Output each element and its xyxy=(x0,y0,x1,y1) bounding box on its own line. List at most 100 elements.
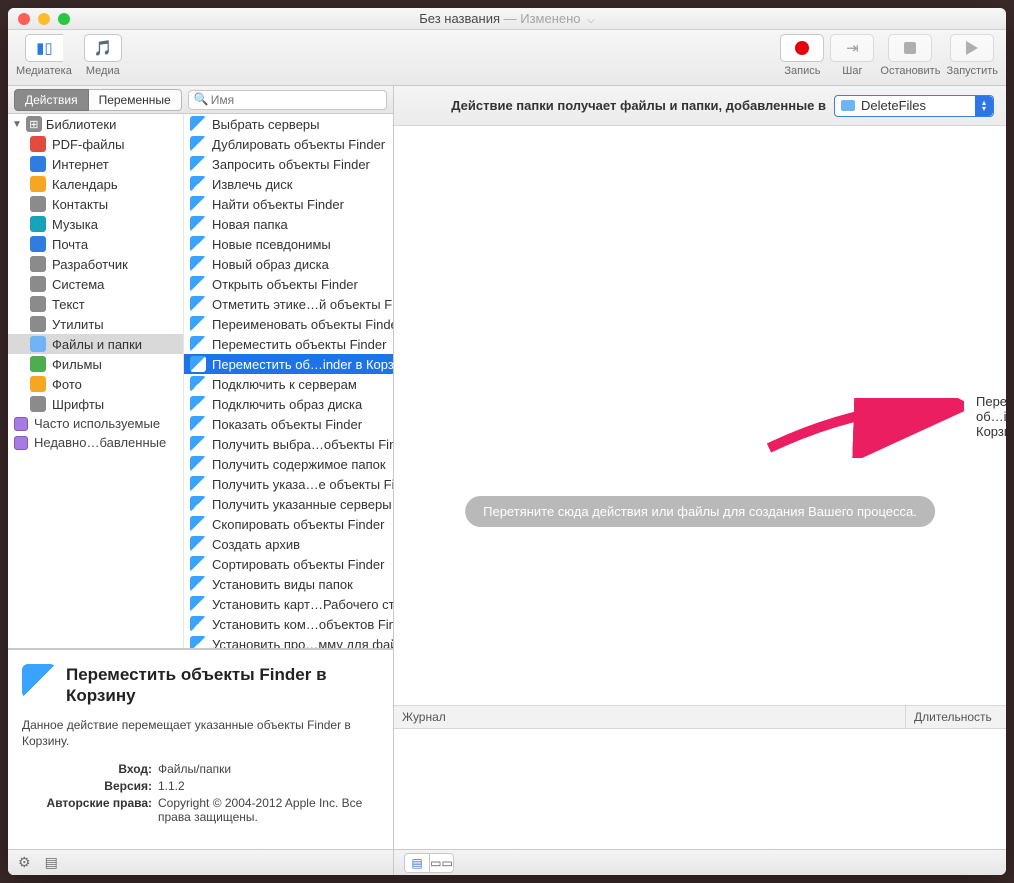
library-item-label: Музыка xyxy=(52,217,98,232)
workflow-canvas[interactable]: Переместить об…inder в Корзину Перетянит… xyxy=(394,126,1006,705)
view-flow-icon[interactable]: ▭▭ xyxy=(429,854,453,872)
action-list[interactable]: Выбрать серверы Дублировать объекты Finde… xyxy=(184,114,393,648)
show-library-button[interactable]: ▮▯ xyxy=(25,34,63,62)
finder-icon xyxy=(190,216,206,232)
library-item[interactable]: Интернет xyxy=(8,154,183,174)
stop-button[interactable] xyxy=(888,34,932,62)
step-group: Шаг xyxy=(830,34,874,77)
action-row[interactable]: Отметить этике…й объекты Finder xyxy=(184,294,393,314)
folder-select[interactable]: DeleteFiles ▴▾ xyxy=(834,95,994,117)
action-row[interactable]: Новая папка xyxy=(184,214,393,234)
action-row[interactable]: Извлечь диск xyxy=(184,174,393,194)
library-item[interactable]: Фильмы xyxy=(8,354,183,374)
smart-folder[interactable]: Часто используемые xyxy=(8,414,183,433)
finder-icon xyxy=(190,156,206,172)
log-col-journal[interactable]: Журнал xyxy=(394,706,906,728)
detail-version-value: 1.1.2 xyxy=(158,779,379,793)
title-chevron-icon[interactable]: ⌵ xyxy=(587,15,595,26)
media-button-label: Медиа xyxy=(86,65,120,77)
action-row[interactable]: Сортировать объекты Finder xyxy=(184,554,393,574)
log-col-duration[interactable]: Длительность xyxy=(906,706,1006,728)
record-button[interactable] xyxy=(780,34,824,62)
action-label: Новые псевдонимы xyxy=(212,237,331,252)
detail-copyright-label: Авторские права: xyxy=(22,796,152,824)
library-item[interactable]: Почта xyxy=(8,234,183,254)
action-row[interactable]: Получить указа…е объекты Finder xyxy=(184,474,393,494)
action-row[interactable]: Установить про…мму для файлов xyxy=(184,634,393,648)
library-item[interactable]: Утилиты xyxy=(8,314,183,334)
action-row[interactable]: Выбрать серверы xyxy=(184,114,393,134)
library-item[interactable]: Текст xyxy=(8,294,183,314)
action-row[interactable]: Дублировать объекты Finder xyxy=(184,134,393,154)
library-root[interactable]: ▼⊞Библиотеки xyxy=(8,114,183,134)
record-group: Запись xyxy=(780,34,824,77)
action-row[interactable]: Переместить объекты Finder xyxy=(184,334,393,354)
action-label: Новая папка xyxy=(212,217,288,232)
library-item[interactable]: Система xyxy=(8,274,183,294)
library-item[interactable]: Шрифты xyxy=(8,394,183,414)
tab-actions[interactable]: Действия xyxy=(14,89,89,111)
category-icon xyxy=(30,176,46,192)
media-button[interactable]: 🎵 xyxy=(84,34,122,62)
folder-name: DeleteFiles xyxy=(861,98,926,113)
action-row[interactable]: Новый образ диска xyxy=(184,254,393,274)
library-item[interactable]: PDF-файлы xyxy=(8,134,183,154)
detail-version-label: Версия: xyxy=(22,779,152,793)
run-button[interactable] xyxy=(950,34,994,62)
action-row[interactable]: Открыть объекты Finder xyxy=(184,274,393,294)
traffic-lights xyxy=(18,13,70,25)
action-row[interactable]: Получить выбра…объекты Finder xyxy=(184,434,393,454)
search-input[interactable] xyxy=(188,90,387,110)
library-item[interactable]: Разработчик xyxy=(8,254,183,274)
library-item[interactable]: Календарь xyxy=(8,174,183,194)
view-list-icon[interactable]: ▤ xyxy=(405,854,429,872)
library-item-label: Контакты xyxy=(52,197,108,212)
action-label: Дублировать объекты Finder xyxy=(212,137,385,152)
window-title: Без названия — Изменено ⌵ xyxy=(8,11,1006,26)
action-label: Переместить объекты Finder xyxy=(212,337,386,352)
finder-icon xyxy=(190,576,206,592)
placed-action[interactable]: Переместить об…inder в Корзину xyxy=(954,394,1006,439)
action-row[interactable]: Установить виды папок xyxy=(184,574,393,594)
close-button[interactable] xyxy=(18,13,30,25)
tab-variables[interactable]: Переменные xyxy=(89,89,182,111)
finder-icon xyxy=(190,256,206,272)
action-label: Установить карт…Рабочего стола xyxy=(212,597,393,612)
smart-folder[interactable]: Недавно…бавленные xyxy=(8,433,183,452)
action-row[interactable]: Подключить к серверам xyxy=(184,374,393,394)
action-row[interactable]: Подключить образ диска xyxy=(184,394,393,414)
show-log-icon[interactable]: ▤ xyxy=(45,854,58,871)
action-row[interactable]: Переименовать объекты Finder xyxy=(184,314,393,334)
detail-title: Переместить объекты Finder в Корзину xyxy=(66,664,379,707)
library-item[interactable]: Музыка xyxy=(8,214,183,234)
finder-icon xyxy=(190,136,206,152)
minimize-button[interactable] xyxy=(38,13,50,25)
workflow-view-toggle[interactable]: ▤ ▭▭ xyxy=(404,853,454,873)
library-item[interactable]: Файлы и папки xyxy=(8,334,183,354)
chevron-updown-icon: ▴▾ xyxy=(975,96,993,116)
action-row[interactable]: Найти объекты Finder xyxy=(184,194,393,214)
action-row[interactable]: Создать архив xyxy=(184,534,393,554)
library-item[interactable]: Фото xyxy=(8,374,183,394)
gear-icon[interactable]: ⚙︎ xyxy=(18,854,31,871)
library-category-list[interactable]: ▼⊞БиблиотекиPDF-файлыИнтернет Календарь Ко… xyxy=(8,114,184,648)
action-label: Подключить к серверам xyxy=(212,377,357,392)
action-label: Установить про…мму для файлов xyxy=(212,637,393,649)
action-row[interactable]: Получить указанные серверы xyxy=(184,494,393,514)
step-button[interactable] xyxy=(830,34,874,62)
action-row[interactable]: Скопировать объекты Finder xyxy=(184,514,393,534)
finder-icon xyxy=(190,416,206,432)
action-row[interactable]: Показать объекты Finder xyxy=(184,414,393,434)
category-icon xyxy=(30,356,46,372)
action-row[interactable]: Получить содержимое папок xyxy=(184,454,393,474)
library-item[interactable]: Контакты xyxy=(8,194,183,214)
library-item-label: Календарь xyxy=(52,177,118,192)
action-row[interactable]: Новые псевдонимы xyxy=(184,234,393,254)
zoom-button[interactable] xyxy=(58,13,70,25)
action-row[interactable]: Запросить объекты Finder xyxy=(184,154,393,174)
action-row[interactable]: Установить ком…объектов Finder xyxy=(184,614,393,634)
action-row[interactable]: Переместить об…inder в Корзину xyxy=(184,354,393,374)
log-header: Журнал Длительность xyxy=(394,705,1006,729)
action-row[interactable]: Установить карт…Рабочего стола xyxy=(184,594,393,614)
finder-icon xyxy=(190,336,206,352)
